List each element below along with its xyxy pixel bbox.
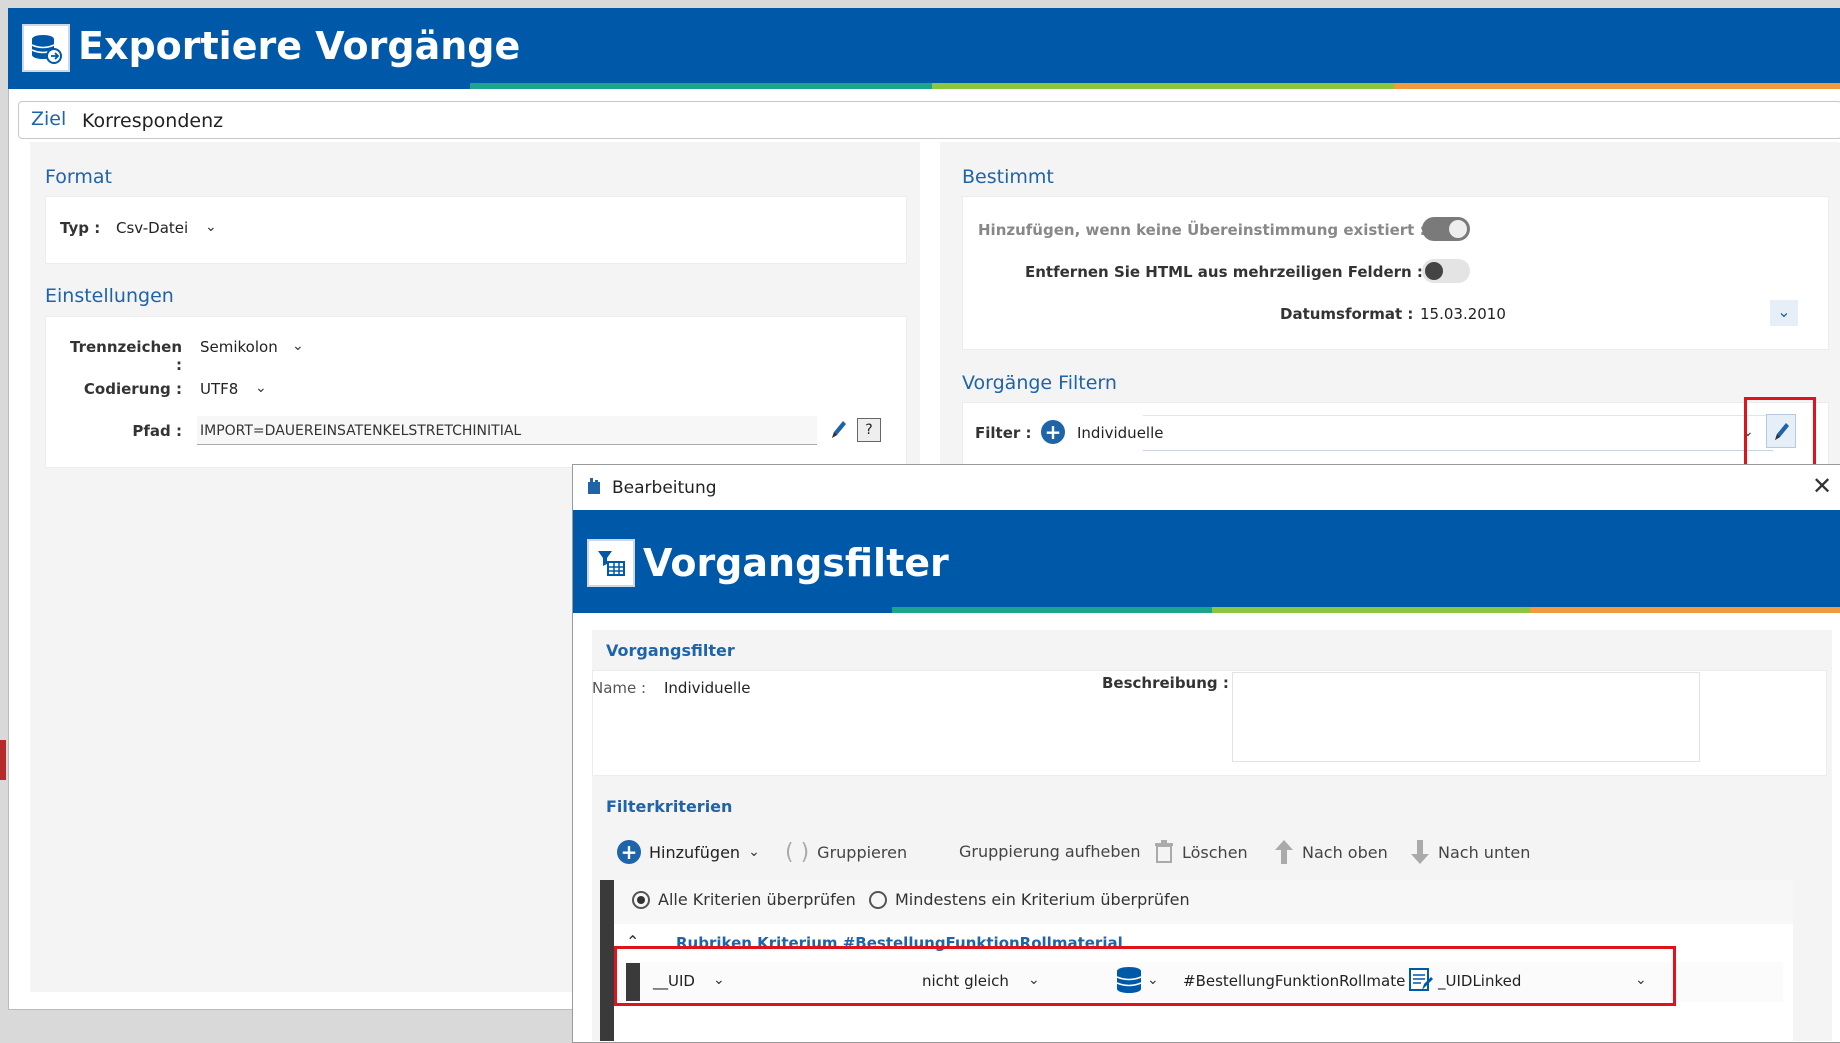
banner-stripe-orange [1394, 83, 1840, 89]
plus-circle-icon: + [617, 840, 641, 864]
bestimmt-section-title: Bestimmt [962, 166, 1054, 188]
criteria-group-bar [600, 880, 614, 1041]
filterkriterien-section-title: Filterkriterien [606, 797, 733, 816]
datumsformat-label: Datumsformat : [1280, 305, 1414, 323]
ziel-label: Ziel [31, 108, 67, 130]
typ-value[interactable]: Csv-Datei [116, 219, 188, 237]
filter-label: Filter : [975, 424, 1032, 442]
hinzufuegen-label: Hinzufügen, wenn keine Übereinstimmung e… [978, 221, 1426, 239]
radio-checked-icon [632, 890, 650, 909]
einstellungen-section-title: Einstellungen [45, 285, 174, 307]
radio-alle-kriterien[interactable]: Alle Kriterien überprüfen [632, 890, 856, 909]
radio-unchecked-icon [869, 890, 887, 909]
loeschen-label: Löschen [1182, 842, 1248, 862]
nach-unten-button[interactable]: Nach unten [1410, 840, 1530, 864]
edit-filter-button[interactable] [1766, 414, 1796, 448]
codierung-chevron-down-icon[interactable]: ⌄ [255, 380, 267, 396]
trennzeichen-label: Trennzeichen : [70, 338, 182, 374]
pfad-value: IMPORT=DAUEREINSATENKELSTRETCHINITIAL [200, 423, 522, 439]
criteria-row-highlight [614, 946, 1676, 1006]
hinzufuegen-label: Hinzufügen [649, 842, 741, 862]
name-value[interactable]: Individuelle [664, 679, 750, 697]
hinzufuegen-chevron-down-icon: ⌄ [748, 844, 760, 860]
trash-icon [1155, 840, 1173, 863]
format-section-title: Format [45, 166, 112, 188]
add-filter-plus-icon[interactable]: + [1041, 420, 1065, 444]
dialog-window-title: Bearbeitung [612, 478, 717, 498]
gruppierung-aufheben-label: Gruppierung aufheben [959, 842, 1141, 861]
dialog-stripe-teal [892, 607, 1212, 613]
parentheses-icon: ( ) [785, 840, 810, 865]
hinzufuegen-toggle[interactable] [1422, 217, 1470, 241]
loeschen-button[interactable]: Löschen [1154, 840, 1248, 864]
typ-label: Typ : [60, 219, 101, 237]
nach-oben-button[interactable]: Nach oben [1274, 840, 1388, 864]
dialog-stripe-orange [1530, 607, 1840, 613]
vorgaenge-filtern-section-title: Vorgänge Filtern [962, 372, 1117, 394]
beschreibung-textarea[interactable] [1232, 672, 1700, 762]
arrow-down-icon [1411, 840, 1429, 864]
app-title: Exportiere Vorgänge [78, 24, 521, 68]
filter-dropdown[interactable] [1143, 415, 1773, 451]
trennzeichen-value[interactable]: Semikolon [200, 338, 278, 356]
radio-mindestens-label: Mindestens ein Kriterium überprüfen [895, 890, 1190, 909]
hinzufuegen-button[interactable]: + Hinzufügen ⌄ [617, 840, 760, 864]
codierung-value[interactable]: UTF8 [200, 380, 238, 398]
banner-stripe-green [932, 83, 1394, 89]
entfernen-label: Entfernen Sie HTML aus mehrzeiligen Feld… [1025, 263, 1423, 281]
filter-table-icon [587, 539, 635, 587]
nach-oben-label: Nach oben [1302, 842, 1388, 862]
ziel-value: Korrespondenz [82, 110, 224, 132]
gruppieren-button[interactable]: ( ) Gruppieren [785, 840, 907, 865]
background-app-fragment [0, 740, 6, 780]
vorgangsfilter-section-title: Vorgangsfilter [606, 641, 735, 660]
dialog-title: Vorgangsfilter [643, 541, 949, 585]
database-export-icon [22, 24, 70, 72]
ziel-selector[interactable] [18, 101, 1840, 139]
close-icon[interactable]: ✕ [1812, 472, 1832, 500]
banner-stripe-teal [470, 83, 932, 89]
dialog-stripe-green [1212, 607, 1530, 613]
datumsformat-value[interactable]: 15.03.2010 [1420, 305, 1506, 323]
entfernen-toggle[interactable] [1422, 259, 1470, 283]
arrow-up-icon [1275, 840, 1293, 864]
name-label: Name : [592, 679, 647, 697]
gruppierung-aufheben-button[interactable]: Gruppierung aufheben [959, 842, 1141, 861]
radio-mindestens-kriterium[interactable]: Mindestens ein Kriterium überprüfen [869, 890, 1190, 909]
typ-chevron-down-icon[interactable]: ⌄ [205, 219, 217, 235]
trennzeichen-chevron-down-icon[interactable]: ⌄ [292, 338, 304, 354]
codierung-label: Codierung : [83, 380, 182, 398]
pfad-label: Pfad : [132, 422, 182, 440]
bearbeitung-window-icon [586, 476, 602, 500]
pencil-icon[interactable] [828, 418, 848, 446]
gruppieren-label: Gruppieren [817, 843, 908, 862]
beschreibung-label: Beschreibung : [1102, 674, 1229, 692]
help-button[interactable]: ? [857, 418, 881, 442]
datumsformat-chevron-down-icon[interactable]: ⌄ [1770, 300, 1798, 326]
radio-alle-label: Alle Kriterien überprüfen [658, 890, 856, 909]
nach-unten-label: Nach unten [1438, 842, 1531, 862]
